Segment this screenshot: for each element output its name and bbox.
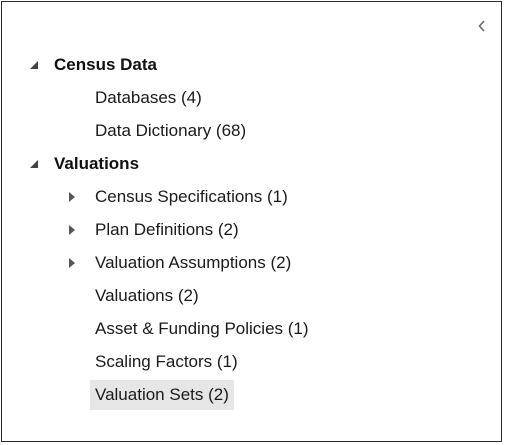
- tree-item-label: Databases (4): [95, 88, 202, 107]
- tree-item-label: Valuation Assumptions (2): [95, 253, 292, 272]
- tree-item-label: Data Dictionary (68): [95, 121, 247, 140]
- tree-item-label: Valuation Sets (2): [90, 380, 234, 410]
- tree-item-label: Valuations (2): [95, 286, 199, 305]
- triangle-expanded-icon[interactable]: [28, 59, 40, 71]
- tree-item-label: Scaling Factors (1): [95, 352, 238, 371]
- tree-item-label: Plan Definitions (2): [95, 220, 239, 239]
- tree-group-label: Valuations: [54, 154, 140, 173]
- collapse-panel-button[interactable]: [475, 18, 489, 34]
- triangle-collapsed-icon[interactable]: [66, 191, 78, 203]
- tree-item-label: Census Specifications (1): [95, 187, 288, 206]
- tree-group-label: Census Data: [54, 55, 157, 74]
- triangle-collapsed-icon[interactable]: [66, 224, 78, 236]
- triangle-collapsed-icon[interactable]: [66, 257, 78, 269]
- chevron-left-icon: [478, 20, 486, 32]
- triangle-expanded-icon[interactable]: [28, 158, 40, 170]
- navigation-panel: Census Data Databases (4) Data Dictionar…: [1, 1, 502, 442]
- tree-item-label: Asset & Funding Policies (1): [95, 319, 309, 338]
